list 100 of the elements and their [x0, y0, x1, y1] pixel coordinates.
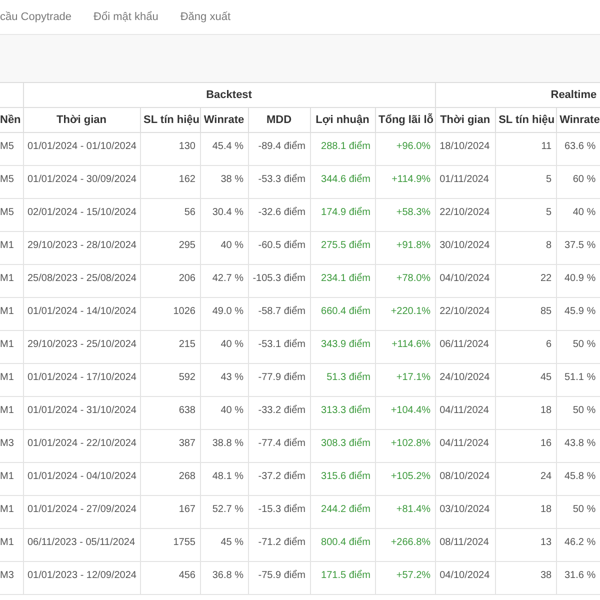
- table-cell: 11: [541, 141, 552, 152]
- table-cell: 49.0 %: [212, 306, 244, 317]
- table-cell: 03/10/2024: [440, 504, 490, 515]
- table-cell: 8: [546, 240, 552, 251]
- table-cell: M3: [0, 438, 14, 449]
- table-cell: 638: [178, 405, 196, 416]
- table-cell: M5: [0, 207, 14, 218]
- table-cell: -77.4 điểm: [258, 438, 306, 449]
- table-cell: -71.2 điểm: [258, 537, 306, 548]
- group-header: Realtime: [550, 89, 597, 101]
- table-cell: 06/11/2023 - 05/11/2024: [28, 537, 135, 548]
- table-cell: +96.0%: [396, 141, 431, 152]
- table-cell: 343.9 điểm: [321, 339, 370, 350]
- table-cell: 40 %: [572, 207, 596, 218]
- table-cell: +102.8%: [390, 438, 431, 449]
- nav-link[interactable]: Đăng xuất: [180, 11, 231, 23]
- column-header: Nền: [0, 114, 21, 126]
- table-cell: 215: [178, 339, 196, 350]
- table-cell: 130: [178, 141, 196, 152]
- table-cell: -33.2 điểm: [258, 405, 306, 416]
- table-cell: 48.1 %: [212, 471, 244, 482]
- table-cell: +266.8%: [390, 537, 431, 548]
- table-cell: M1: [0, 273, 14, 284]
- table-cell: 01/01/2024 - 17/10/2024: [28, 372, 136, 383]
- table-cell: M1: [0, 306, 14, 317]
- table-cell: 344.6 điểm: [321, 174, 370, 185]
- table-cell: +78.0%: [396, 273, 431, 284]
- nav-link[interactable]: Đổi mật khẩu: [94, 11, 158, 23]
- table-cell: 01/01/2024 - 31/10/2024: [28, 405, 136, 416]
- table-cell: -77.9 điểm: [258, 372, 306, 383]
- table-cell: 167: [178, 504, 196, 515]
- table-cell: 288.1 điểm: [321, 141, 370, 152]
- table-cell: 22/10/2024: [440, 207, 490, 218]
- table-cell: +114.6%: [392, 339, 431, 350]
- table-cell: 40 %: [220, 339, 244, 350]
- table-cell: M1: [0, 339, 14, 350]
- table-cell: 22: [540, 273, 552, 284]
- column-header: Thời gian: [440, 114, 490, 126]
- table-cell: 24/10/2024: [440, 372, 490, 383]
- table-cell: 04/10/2024: [440, 570, 490, 581]
- table-cell: 43 %: [220, 372, 244, 383]
- table-cell: 592: [178, 372, 196, 383]
- table-cell: 456: [178, 570, 196, 581]
- table-cell: 234.1 điểm: [321, 273, 370, 284]
- table-cell: 56: [184, 207, 196, 218]
- table-cell: 02/01/2024 - 15/10/2024: [28, 207, 136, 218]
- column-header: Winrate: [560, 114, 600, 126]
- column-header: MDD: [266, 114, 292, 126]
- table-cell: 37.5 %: [564, 240, 596, 251]
- table-cell: 174.9 điểm: [321, 207, 370, 218]
- table-cell: 18/10/2024: [440, 141, 490, 152]
- table-cell: 387: [178, 438, 196, 449]
- column-header: Thời gian: [56, 114, 106, 126]
- table-cell: -15.3 điểm: [258, 504, 306, 515]
- table-cell: -53.3 điểm: [258, 174, 306, 185]
- table-cell: 31.6 %: [564, 570, 596, 581]
- table-cell: 5: [546, 207, 552, 218]
- table-cell: 04/10/2024: [440, 273, 490, 284]
- table-cell: 1026: [173, 306, 196, 317]
- table-cell: 29/10/2023 - 28/10/2024: [28, 240, 136, 251]
- table-cell: +220.1%: [390, 306, 431, 317]
- table-cell: +104.4%: [390, 405, 431, 416]
- table-cell: 50 %: [572, 504, 596, 515]
- table-cell: 315.6 điểm: [321, 471, 370, 482]
- table-cell: 295: [178, 240, 196, 251]
- table-cell: 50 %: [572, 339, 596, 350]
- table-cell: 40 %: [220, 240, 244, 251]
- table-cell: 25/08/2023 - 25/08/2024: [28, 273, 136, 284]
- table-cell: -58.7 điểm: [258, 306, 306, 317]
- table-cell: 36.8 %: [212, 570, 244, 581]
- table-cell: +114.9%: [392, 174, 431, 185]
- table-cell: 38 %: [220, 174, 244, 185]
- table-cell: M1: [0, 537, 14, 548]
- table-cell: 30.4 %: [212, 207, 244, 218]
- table-cell: 43.8 %: [564, 438, 596, 449]
- column-header: Winrate: [204, 114, 244, 126]
- table-cell: M1: [0, 372, 14, 383]
- table-cell: +57.2%: [396, 570, 431, 581]
- table-cell: +17.1%: [396, 372, 431, 383]
- table-cell: M1: [0, 240, 14, 251]
- table-cell: 51.3 điểm: [326, 372, 370, 383]
- table-cell: 01/01/2023 - 12/09/2024: [28, 570, 136, 581]
- table-cell: 01/01/2024 - 14/10/2024: [28, 306, 136, 317]
- table-cell: 08/11/2024: [440, 537, 489, 548]
- table-cell: 01/01/2024 - 27/09/2024: [28, 504, 136, 515]
- table-cell: 63.6 %: [564, 141, 596, 152]
- table-cell: M1: [0, 504, 14, 515]
- table-cell: 268: [178, 471, 196, 482]
- table-cell: +91.8%: [396, 240, 431, 251]
- nav-link[interactable]: cầu Copytrade: [0, 11, 72, 23]
- table-cell: 162: [178, 174, 196, 185]
- table-cell: 13: [540, 537, 552, 548]
- table-cell: 171.5 điểm: [321, 570, 370, 581]
- table-cell: +81.4%: [396, 504, 431, 515]
- table-cell: M5: [0, 141, 14, 152]
- table-cell: 08/10/2024: [440, 471, 490, 482]
- table-cell: 38: [540, 570, 552, 581]
- column-header: Lợi nhuận: [316, 114, 370, 126]
- table-cell: 42.7 %: [212, 273, 244, 284]
- table-cell: 45.9 %: [564, 306, 596, 317]
